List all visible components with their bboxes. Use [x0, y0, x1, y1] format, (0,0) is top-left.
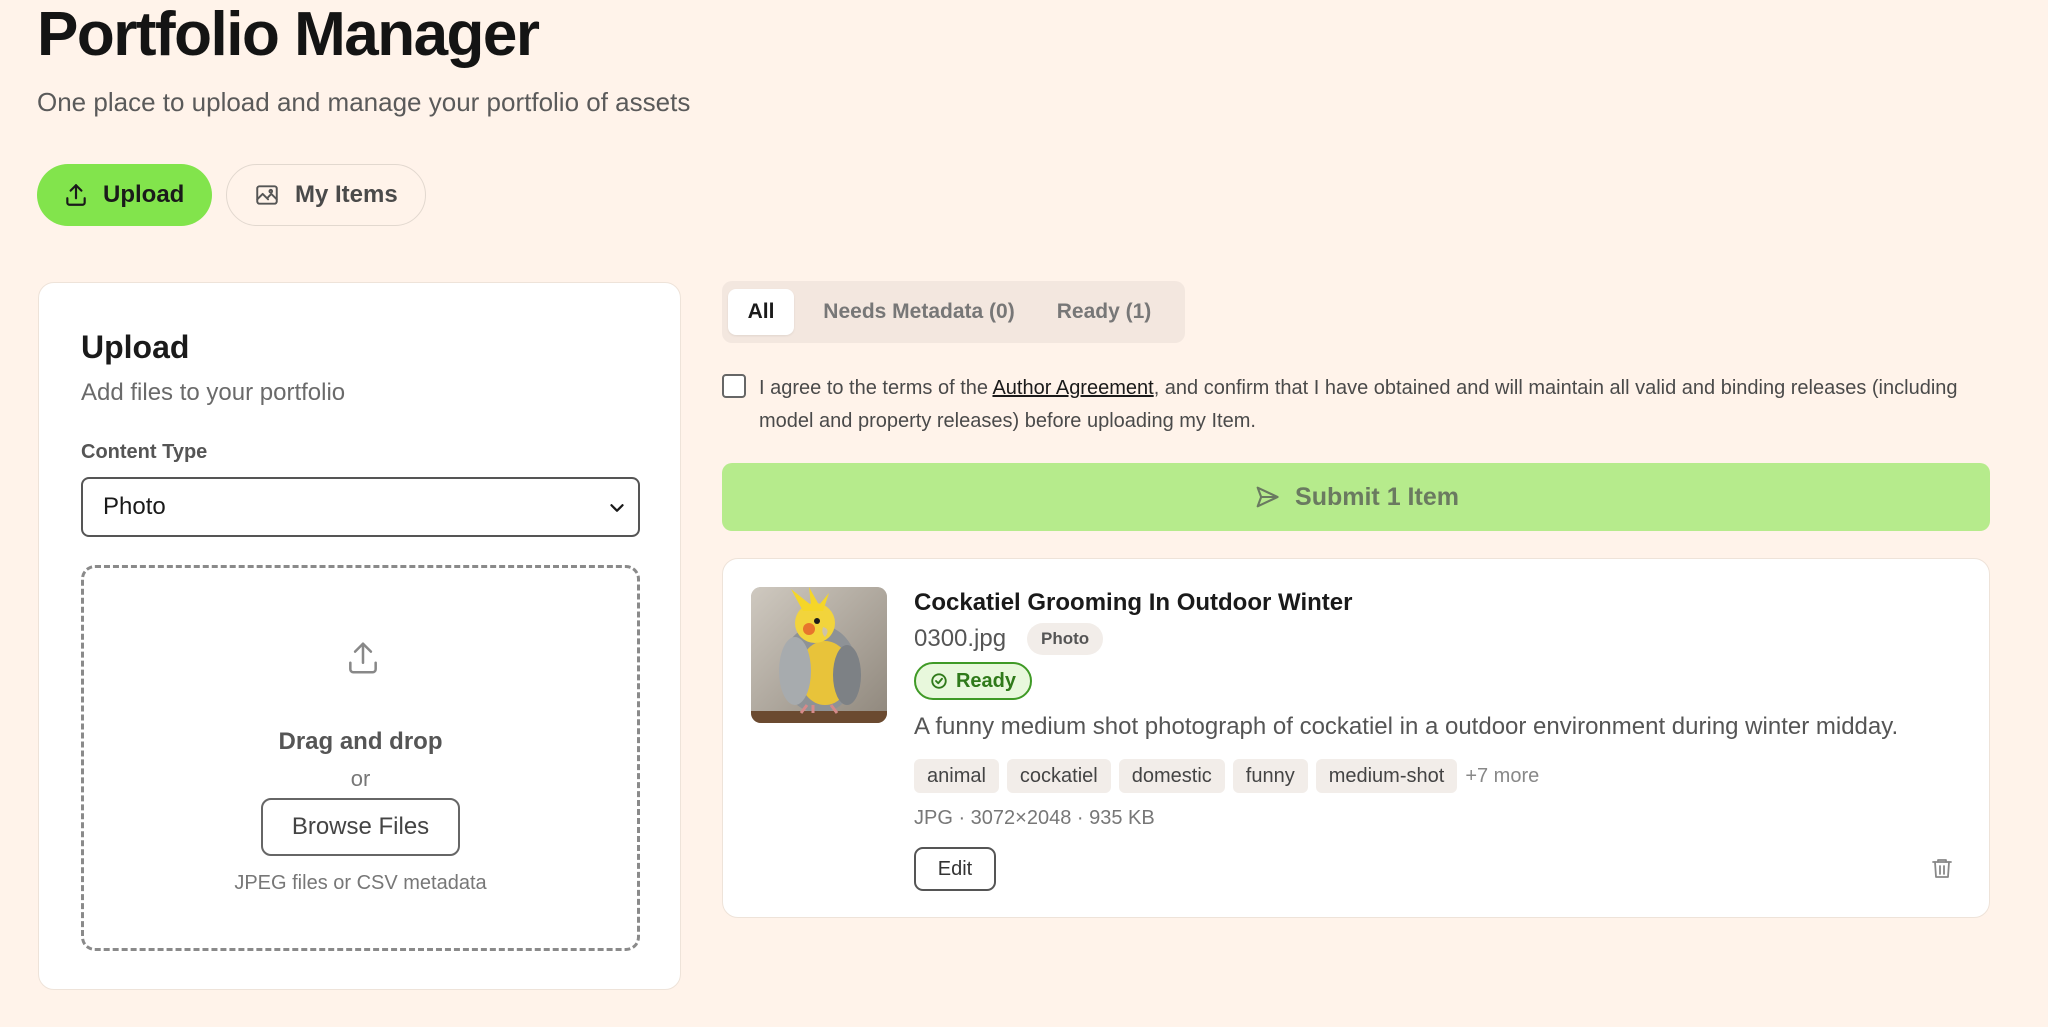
status-label: Ready: [955, 669, 1017, 692]
submit-label: Submit 1 Item: [1295, 482, 1459, 511]
tag: domestic: [1118, 759, 1225, 793]
edit-item-button[interactable]: Edit: [914, 847, 996, 891]
file-dropzone[interactable]: Drag and drop or Browse Files JPEG files…: [81, 565, 640, 951]
upload-panel-subtitle: Add files to your portfolio: [81, 379, 346, 406]
or-text: or: [350, 766, 371, 791]
file-type-hint: JPEG files or CSV metadata: [234, 872, 487, 894]
item-description: A funny medium shot photograph of cockat…: [914, 713, 1899, 740]
content-type-value: Photo: [103, 493, 166, 520]
item-tags: animal cockatiel domestic funny medium-s…: [914, 759, 1539, 793]
item-filename: 0300.jpg: [914, 625, 1007, 652]
upload-tab-label: Upload: [103, 181, 185, 208]
upload-panel-title: Upload: [81, 329, 190, 365]
drag-drop-text: Drag and drop: [278, 728, 443, 755]
upload-icon: [349, 642, 377, 674]
cockatiel-image: [751, 587, 887, 723]
content-type-label: Content Type: [81, 441, 208, 463]
trash-icon[interactable]: [1930, 855, 1954, 881]
upload-panel: Upload Add files to your portfolio Conte…: [38, 282, 681, 990]
tab-needs-metadata[interactable]: Needs Metadata (0): [814, 289, 1024, 335]
status-filter-tabs: All Needs Metadata (0) Ready (1): [722, 281, 1185, 343]
chevron-down-icon: [610, 504, 624, 512]
send-icon: [1256, 486, 1279, 508]
content-type-select[interactable]: Photo: [81, 477, 640, 537]
tab-all[interactable]: All: [728, 289, 794, 335]
agreement-text: I agree to the terms of the Author Agree…: [759, 372, 1999, 438]
browse-files-button[interactable]: Browse Files: [261, 798, 460, 856]
tag: medium-shot: [1315, 759, 1458, 793]
author-agreement-link[interactable]: Author Agreement: [992, 377, 1153, 399]
item-card: Cockatiel Grooming In Outdoor Winter 030…: [722, 558, 1990, 918]
submit-items-button[interactable]: Submit 1 Item: [722, 463, 1990, 531]
upload-tab-button[interactable]: Upload: [37, 164, 212, 226]
my-items-tab-button[interactable]: My Items: [226, 164, 426, 226]
item-title: Cockatiel Grooming In Outdoor Winter: [914, 589, 1353, 616]
agreement-checkbox[interactable]: [722, 374, 746, 398]
image-icon: [256, 185, 278, 205]
tag: animal: [914, 759, 999, 793]
tab-ready[interactable]: Ready (1): [1044, 289, 1164, 335]
tag: funny: [1232, 759, 1308, 793]
my-items-tab-label: My Items: [295, 181, 398, 208]
item-thumbnail[interactable]: [751, 587, 887, 723]
portfolio-manager-page: Portfolio Manager One place to upload an…: [0, 0, 2048, 1027]
more-tags-link[interactable]: +7 more: [1465, 765, 1539, 788]
agreement-prefix: I agree to the terms of the: [759, 377, 993, 399]
status-badge: Ready: [914, 662, 1032, 700]
tag: cockatiel: [1006, 759, 1111, 793]
page-subtitle: One place to upload and manage your port…: [37, 87, 691, 117]
page-title: Portfolio Manager: [37, 0, 540, 69]
check-circle-icon: [931, 673, 947, 689]
item-file-meta: JPG · 3072×2048 · 935 KB: [914, 807, 1155, 829]
upload-icon: [66, 184, 86, 206]
item-type-badge: Photo: [1027, 623, 1104, 655]
